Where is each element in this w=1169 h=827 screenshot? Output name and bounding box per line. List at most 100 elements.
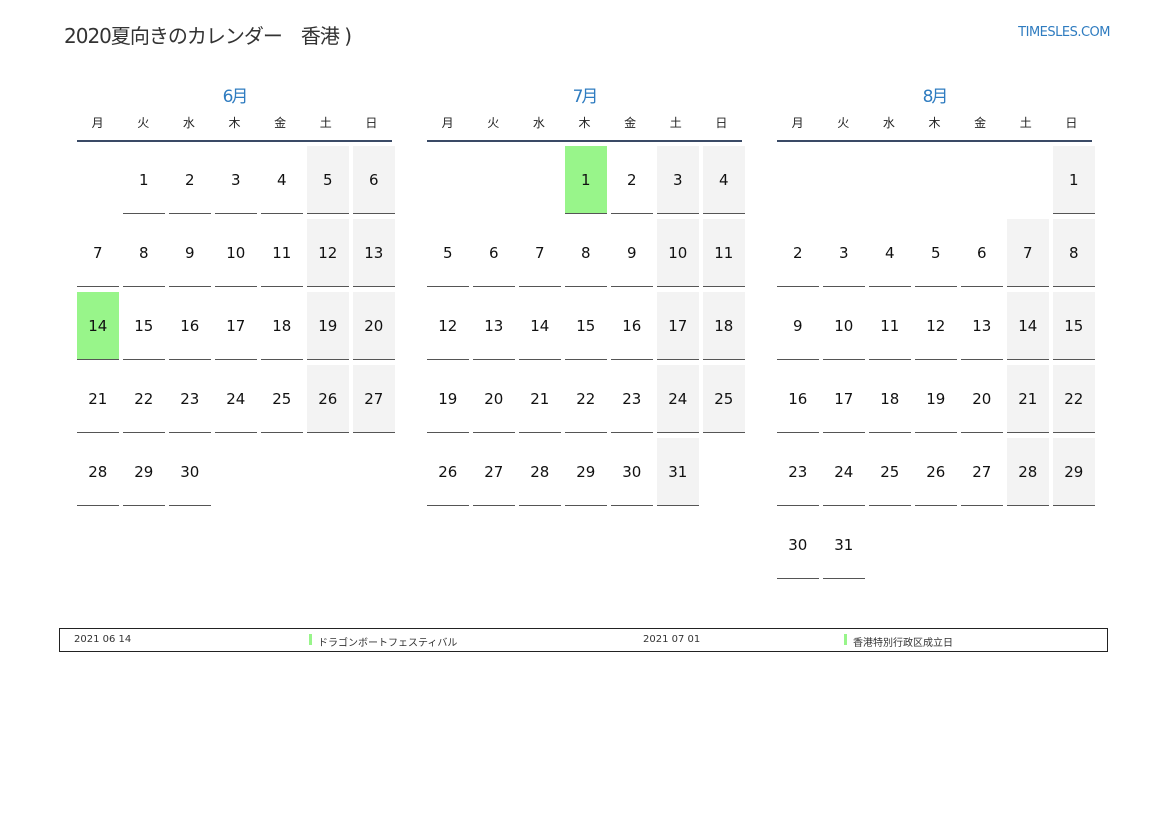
day-cell[interactable]: 2 bbox=[169, 146, 211, 219]
day-cell[interactable]: 25 bbox=[869, 438, 911, 511]
day-cell[interactable]: 11 bbox=[261, 219, 303, 292]
day-cell[interactable]: 28 bbox=[1007, 438, 1049, 511]
day-cell[interactable]: 6 bbox=[353, 146, 395, 219]
weekday-label: 木 bbox=[228, 116, 241, 130]
day-cell[interactable]: 27 bbox=[961, 438, 1003, 511]
holiday-day-cell[interactable]: 1 bbox=[565, 146, 607, 219]
day-cell[interactable]: 20 bbox=[353, 292, 395, 365]
day-cell[interactable]: 17 bbox=[657, 292, 699, 365]
day-cell[interactable]: 13 bbox=[353, 219, 395, 292]
day-cell[interactable]: 27 bbox=[353, 365, 395, 438]
day-cell[interactable]: 7 bbox=[519, 219, 561, 292]
day-cell[interactable]: 9 bbox=[169, 219, 211, 292]
day-cell[interactable]: 31 bbox=[657, 438, 699, 511]
day-cell[interactable]: 28 bbox=[77, 438, 119, 511]
day-cell[interactable]: 20 bbox=[473, 365, 515, 438]
day-cell[interactable]: 10 bbox=[657, 219, 699, 292]
day-cell[interactable]: 25 bbox=[261, 365, 303, 438]
day-cell[interactable]: 10 bbox=[823, 292, 865, 365]
day-cell[interactable]: 26 bbox=[307, 365, 349, 438]
day-cell[interactable]: 16 bbox=[777, 365, 819, 438]
day-cell[interactable]: 7 bbox=[1007, 219, 1049, 292]
legend-swatch-1 bbox=[309, 634, 312, 645]
day-cell[interactable]: 24 bbox=[657, 365, 699, 438]
day-cell[interactable]: 21 bbox=[77, 365, 119, 438]
day-cell[interactable]: 12 bbox=[427, 292, 469, 365]
day-cell[interactable]: 14 bbox=[519, 292, 561, 365]
day-cell[interactable]: 6 bbox=[473, 219, 515, 292]
day-cell[interactable]: 1 bbox=[123, 146, 165, 219]
day-cell[interactable]: 25 bbox=[703, 365, 745, 438]
day-cell[interactable]: 24 bbox=[823, 438, 865, 511]
holiday-day-cell[interactable]: 14 bbox=[77, 292, 119, 365]
day-cell[interactable]: 29 bbox=[123, 438, 165, 511]
day-cell[interactable]: 29 bbox=[565, 438, 607, 511]
day-cell[interactable]: 12 bbox=[915, 292, 957, 365]
day-number: 25 bbox=[869, 438, 911, 506]
day-cell[interactable]: 22 bbox=[565, 365, 607, 438]
day-cell[interactable]: 21 bbox=[519, 365, 561, 438]
day-cell[interactable]: 5 bbox=[427, 219, 469, 292]
day-cell[interactable]: 17 bbox=[215, 292, 257, 365]
day-cell[interactable]: 11 bbox=[869, 292, 911, 365]
day-cell[interactable]: 6 bbox=[961, 219, 1003, 292]
day-cell[interactable]: 23 bbox=[777, 438, 819, 511]
day-cell[interactable]: 24 bbox=[215, 365, 257, 438]
day-cell[interactable]: 16 bbox=[611, 292, 653, 365]
day-cell[interactable]: 20 bbox=[961, 365, 1003, 438]
day-cell[interactable]: 13 bbox=[961, 292, 1003, 365]
day-cell[interactable]: 4 bbox=[869, 219, 911, 292]
day-cell[interactable]: 9 bbox=[777, 292, 819, 365]
day-cell[interactable]: 19 bbox=[307, 292, 349, 365]
month-title: 6月 bbox=[222, 87, 249, 107]
weekday-label: 水 bbox=[182, 116, 195, 130]
day-cell[interactable]: 1 bbox=[1053, 146, 1095, 219]
day-cell[interactable]: 3 bbox=[823, 219, 865, 292]
day-cell[interactable]: 23 bbox=[169, 365, 211, 438]
day-cell[interactable]: 30 bbox=[611, 438, 653, 511]
day-cell[interactable]: 2 bbox=[777, 219, 819, 292]
day-cell[interactable]: 8 bbox=[1053, 219, 1095, 292]
day-cell[interactable]: 16 bbox=[169, 292, 211, 365]
day-cell[interactable]: 18 bbox=[261, 292, 303, 365]
day-cell[interactable]: 30 bbox=[777, 511, 819, 584]
day-cell[interactable]: 10 bbox=[215, 219, 257, 292]
day-cell[interactable]: 2 bbox=[611, 146, 653, 219]
day-cell[interactable]: 30 bbox=[169, 438, 211, 511]
brand-link[interactable]: TIMESLES.COM bbox=[1018, 25, 1110, 40]
day-cell[interactable]: 28 bbox=[519, 438, 561, 511]
day-cell[interactable]: 9 bbox=[611, 219, 653, 292]
day-cell[interactable]: 21 bbox=[1007, 365, 1049, 438]
day-cell[interactable]: 15 bbox=[123, 292, 165, 365]
day-cell[interactable]: 19 bbox=[427, 365, 469, 438]
day-cell[interactable]: 12 bbox=[307, 219, 349, 292]
day-cell[interactable]: 13 bbox=[473, 292, 515, 365]
day-cell[interactable]: 7 bbox=[77, 219, 119, 292]
day-cell[interactable]: 29 bbox=[1053, 438, 1095, 511]
day-cell[interactable]: 8 bbox=[123, 219, 165, 292]
day-cell[interactable]: 22 bbox=[123, 365, 165, 438]
day-cell[interactable]: 11 bbox=[703, 219, 745, 292]
day-cell[interactable]: 4 bbox=[703, 146, 745, 219]
day-cell[interactable]: 15 bbox=[565, 292, 607, 365]
day-cell[interactable]: 8 bbox=[565, 219, 607, 292]
day-cell[interactable]: 3 bbox=[657, 146, 699, 219]
day-cell[interactable]: 5 bbox=[307, 146, 349, 219]
day-cell[interactable]: 26 bbox=[427, 438, 469, 511]
day-cell[interactable]: 26 bbox=[915, 438, 957, 511]
day-cell[interactable]: 15 bbox=[1053, 292, 1095, 365]
day-cell[interactable]: 5 bbox=[915, 219, 957, 292]
day-cell[interactable]: 3 bbox=[215, 146, 257, 219]
day-cell[interactable]: 18 bbox=[869, 365, 911, 438]
day-cell[interactable]: 17 bbox=[823, 365, 865, 438]
day-cell[interactable]: 18 bbox=[703, 292, 745, 365]
day-cell[interactable]: 31 bbox=[823, 511, 865, 584]
day-grid: 1 2 3 4 5 6 7 8 9 10 11 12 13 14 15 16 17 18 19 20 21 22 23 24 2… bbox=[777, 146, 1095, 584]
day-cell[interactable]: 14 bbox=[1007, 292, 1049, 365]
day-cell[interactable]: 4 bbox=[261, 146, 303, 219]
day-cell[interactable]: 27 bbox=[473, 438, 515, 511]
day-cell[interactable]: 19 bbox=[915, 365, 957, 438]
day-cell[interactable]: 22 bbox=[1053, 365, 1095, 438]
weekday-label: 月 bbox=[91, 116, 104, 130]
day-cell[interactable]: 23 bbox=[611, 365, 653, 438]
